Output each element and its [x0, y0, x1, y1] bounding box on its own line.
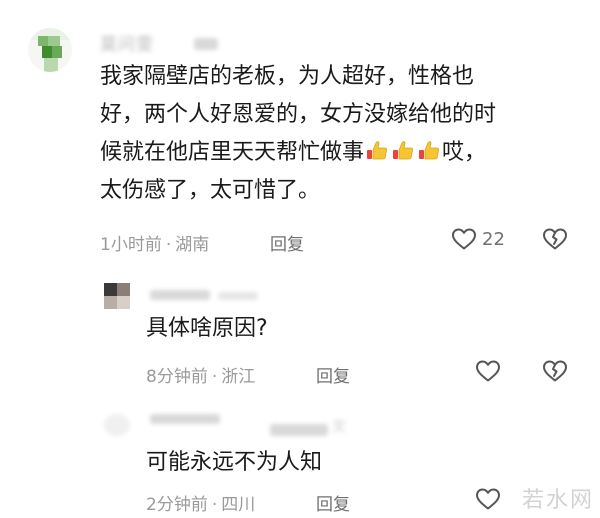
thumbs-up-icon — [391, 137, 415, 161]
like-count: 22 — [482, 229, 505, 250]
like-icon[interactable] — [451, 227, 477, 251]
reply-button[interactable]: 回复 — [270, 230, 304, 255]
comment-line: 太伤感了，太可惜了。 — [100, 178, 321, 203]
reply-text: 具体啥原因? — [146, 316, 268, 341]
location: 湖南 — [175, 235, 210, 255]
thumbs-up-icon — [365, 137, 389, 161]
comment-meta: 1小时前 · 湖南 — [100, 230, 209, 255]
author-name[interactable]: 莫问雯 — [100, 30, 154, 55]
reply-button[interactable]: 回复 — [316, 362, 350, 387]
reply-author-name[interactable] — [150, 414, 220, 424]
thumbs-up-icon — [417, 137, 441, 161]
reply-author-suffix: 文 — [332, 419, 347, 435]
separator: · — [211, 495, 218, 515]
comment-text: 我家隔壁店的老板，为人超好，性格也 好，两个人好恩爱的，女方没嫁给他的时 候就在… — [100, 58, 560, 210]
reply-author-name[interactable] — [150, 290, 210, 300]
comment-line: 我家隔壁店的老板，为人超好，性格也 — [100, 64, 475, 89]
watermark: 若水网 — [521, 488, 594, 513]
reply-avatar[interactable] — [104, 414, 130, 436]
location: 四川 — [221, 495, 256, 515]
reply-author-badge — [270, 424, 328, 436]
separator: · — [211, 367, 218, 387]
like-icon[interactable] — [475, 487, 501, 511]
comment-line: 候就在他店里天天帮忙做事 哎， — [100, 134, 560, 172]
reply-avatar[interactable] — [104, 283, 130, 309]
timestamp: 2分钟前 — [146, 495, 208, 515]
reply-button[interactable]: 回复 — [316, 490, 350, 515]
reply-author-badge — [218, 292, 258, 300]
reply-meta: 8分钟前 · 浙江 — [146, 362, 255, 387]
timestamp: 8分钟前 — [146, 367, 208, 387]
like-icon[interactable] — [475, 359, 501, 383]
location: 浙江 — [221, 367, 256, 387]
author-badge — [194, 38, 218, 50]
avatar[interactable] — [28, 28, 72, 72]
reply-meta: 2分钟前 · 四川 — [146, 490, 255, 515]
reply-text: 可能永远不为人知 — [146, 450, 323, 475]
dislike-icon[interactable] — [542, 359, 568, 383]
comment-line: 好，两个人好恩爱的，女方没嫁给他的时 — [100, 102, 497, 127]
timestamp: 1小时前 — [100, 235, 162, 255]
dislike-icon[interactable] — [542, 227, 568, 251]
separator: · — [165, 235, 172, 255]
